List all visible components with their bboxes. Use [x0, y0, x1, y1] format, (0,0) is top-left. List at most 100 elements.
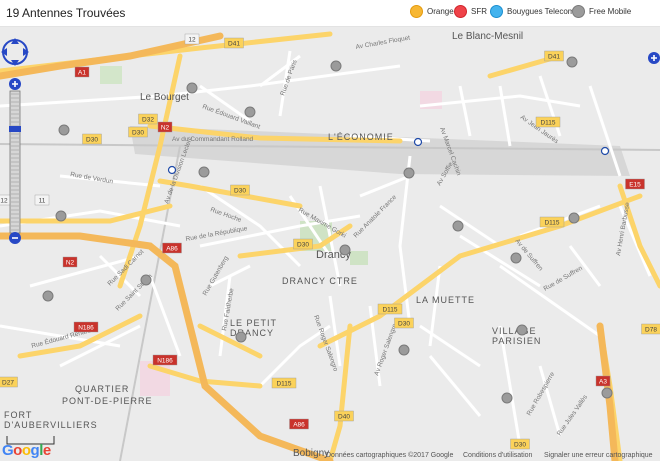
legend-item-free[interactable]: Free Mobile [572, 5, 631, 18]
place-label: L'ÉCONOMIE [328, 132, 394, 142]
place-label: QUARTIER [75, 384, 129, 394]
legend-label-bouygues: Bouygues Telecom [507, 7, 575, 16]
svg-text:D78: D78 [645, 327, 657, 334]
antenna-marker[interactable] [55, 210, 67, 222]
svg-text:12: 12 [188, 37, 196, 44]
antenna-marker[interactable] [516, 324, 528, 336]
road-badge: D115 [535, 116, 561, 128]
antenna-marker[interactable] [339, 244, 351, 256]
antenna-marker[interactable] [501, 392, 513, 404]
place-label: Bobigny [293, 448, 329, 459]
zoom-slider-handle[interactable] [9, 126, 21, 132]
place-label: FORT [4, 410, 32, 420]
legend-item-bouygues[interactable]: Bouygues Telecom [490, 5, 574, 18]
antenna-marker[interactable] [330, 60, 342, 72]
layer-toggle-button[interactable] [646, 50, 660, 66]
zoom-in-button[interactable] [9, 78, 21, 90]
svg-text:A3: A3 [599, 379, 607, 386]
road-badge: D30 [293, 238, 313, 250]
svg-text:D27: D27 [2, 380, 14, 387]
place-label: DRANCY CTRE [282, 276, 358, 286]
road-badge: 11 [34, 194, 50, 206]
results-title: 19 Antennes Trouvées [6, 6, 126, 20]
antenna-marker[interactable] [198, 166, 210, 178]
antenna-marker[interactable] [140, 274, 152, 286]
road-badge: D30 [394, 317, 414, 329]
legend-label-sfr: SFR [471, 7, 487, 16]
antenna-marker[interactable] [510, 252, 522, 264]
place-label: LA MUETTE [416, 295, 475, 305]
place-label: D'AUBERVILLIERS [4, 420, 98, 430]
header-bar: 19 Antennes Trouvées Orange SFR Bouygues… [0, 0, 660, 27]
road-badge: D115 [539, 216, 565, 228]
svg-text:D30: D30 [234, 188, 246, 195]
road-badge: D32 [138, 113, 158, 125]
antenna-marker[interactable] [403, 167, 415, 179]
map-nav-control[interactable] [0, 28, 30, 246]
antenna-marker[interactable] [58, 124, 70, 136]
google-logo[interactable]: Google [2, 442, 51, 459]
place-label: PONT-DE-PIERRE [62, 396, 153, 406]
svg-text:D41: D41 [548, 54, 560, 61]
svg-text:A86: A86 [166, 246, 178, 253]
road-badge: D30 [128, 126, 148, 138]
zoom-out-button[interactable] [9, 232, 21, 244]
orange-marker-icon [410, 5, 423, 18]
road-badge: D30 [510, 438, 530, 450]
antenna-marker[interactable] [235, 331, 247, 343]
antenna-marker[interactable] [186, 82, 198, 94]
road-badge: D40 [334, 410, 354, 422]
svg-text:D30: D30 [514, 442, 526, 449]
antenna-marker[interactable] [601, 387, 613, 399]
road-badge: N186 [152, 354, 178, 366]
place-label: Le Blanc-Mesnil [452, 31, 523, 42]
free-marker-icon [572, 5, 585, 18]
antenna-marker[interactable] [568, 212, 580, 224]
place-label: VILLAGE [492, 326, 537, 336]
road-badge: D30 [230, 184, 250, 196]
svg-text:A1: A1 [78, 70, 86, 77]
antenna-marker[interactable] [244, 106, 256, 118]
road-badge: A86 [289, 418, 309, 430]
pan-control[interactable] [1, 38, 29, 66]
rer-station-icon [600, 146, 610, 156]
svg-text:D115: D115 [382, 307, 397, 314]
antenna-marker[interactable] [398, 344, 410, 356]
road-badge: N2 [62, 256, 78, 268]
place-label: PARISIEN [492, 336, 541, 346]
report-error-link[interactable]: Signaler une erreur cartographique [544, 452, 653, 459]
svg-text:D30: D30 [398, 321, 410, 328]
antenna-marker[interactable] [42, 290, 54, 302]
svg-text:D30: D30 [297, 242, 309, 249]
road-badge: D115 [377, 303, 403, 315]
bouygues-marker-icon [490, 5, 503, 18]
road-badge: E15 [625, 178, 645, 190]
road-badge: N186 [73, 321, 99, 333]
svg-text:D115: D115 [540, 120, 555, 127]
place-label: Le Bourget [140, 92, 189, 103]
svg-text:D32: D32 [142, 117, 154, 124]
antenna-marker[interactable] [566, 56, 578, 68]
svg-text:D30: D30 [132, 130, 144, 137]
svg-text:D115: D115 [544, 220, 559, 227]
road-badge: D27 [0, 376, 18, 388]
road-badge: A3 [595, 375, 611, 387]
map-app: 19 Antennes Trouvées Orange SFR Bouygues… [0, 0, 660, 461]
road-badge: N2 [157, 121, 173, 133]
svg-text:D41: D41 [228, 41, 240, 48]
place-label: LE PETIT [230, 318, 277, 328]
map-canvas[interactable]: Le Blanc-Mesnil Le Bourget L'ÉCONOMIE Dr… [0, 26, 660, 461]
svg-text:D115: D115 [276, 381, 291, 388]
map-attribution: Données cartographiques ©2017 Google [326, 452, 454, 459]
road-badge: A1 [74, 66, 90, 78]
road-badge: D41 [224, 37, 244, 49]
legend-item-sfr[interactable]: SFR [454, 5, 487, 18]
road-badge: D115 [271, 377, 297, 389]
legend-item-orange[interactable]: Orange [410, 5, 454, 18]
terms-link[interactable]: Conditions d'utilisation [463, 452, 532, 459]
antenna-marker[interactable] [452, 220, 464, 232]
svg-text:A86: A86 [293, 422, 305, 429]
legend-label-free: Free Mobile [589, 7, 632, 16]
road-badge: D78 [641, 323, 660, 335]
road-badge: 12 [184, 33, 200, 45]
